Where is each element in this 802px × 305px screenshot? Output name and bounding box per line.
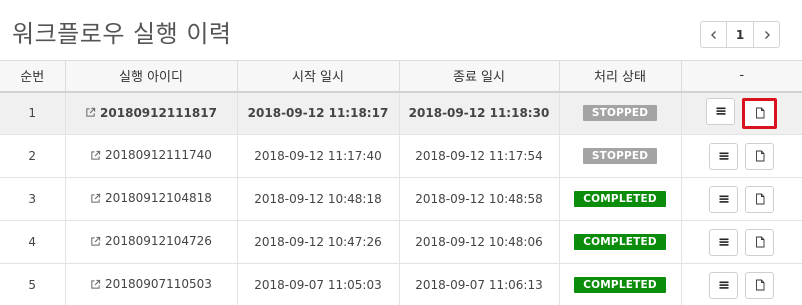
view-log-button[interactable] xyxy=(745,271,775,299)
row-start-time: 2018-09-12 11:17:40 xyxy=(236,134,400,178)
row-actions xyxy=(680,263,802,305)
row-seq: 5 xyxy=(0,263,66,305)
row-start-time: 2018-09-12 10:48:18 xyxy=(236,177,400,221)
chevron-left-icon xyxy=(710,30,716,39)
view-details-button[interactable] xyxy=(706,97,736,125)
row-start-time: 2018-09-07 11:05:03 xyxy=(236,263,400,305)
exec-id-link[interactable]: 20180912104818 xyxy=(105,191,212,205)
current-page-button[interactable]: 1 xyxy=(726,21,754,48)
row-exec-id[interactable]: 20180912104726 xyxy=(64,220,238,264)
list-icon xyxy=(719,195,729,203)
chevron-right-icon xyxy=(764,30,770,39)
view-log-button[interactable] xyxy=(742,97,778,129)
table-row[interactable]: 5 20180907110503 2018-09-07 11:05:03 2018-0… xyxy=(0,263,802,305)
row-seq: 1 xyxy=(0,91,66,135)
row-status: COMPLETED xyxy=(558,220,682,264)
external-link-icon xyxy=(91,236,101,246)
column-header-actions: - xyxy=(680,60,802,93)
external-link-icon xyxy=(91,193,101,203)
table-row[interactable]: 2 20180912111740 2018-09-12 11:17:40 2018-0… xyxy=(0,134,802,178)
view-log-button[interactable] xyxy=(745,228,775,256)
row-start-time: 2018-09-12 10:47:26 xyxy=(236,220,400,264)
external-link-icon xyxy=(86,107,96,117)
row-end-time: 2018-09-07 11:06:13 xyxy=(398,263,560,305)
exec-id-link[interactable]: 20180912111817 xyxy=(100,106,217,120)
document-icon xyxy=(755,150,765,162)
row-seq: 2 xyxy=(0,134,66,178)
list-icon xyxy=(719,281,729,289)
status-badge: COMPLETED xyxy=(574,191,666,207)
row-end-time: 2018-09-12 11:17:54 xyxy=(398,134,560,178)
row-end-time: 2018-09-12 10:48:58 xyxy=(398,177,560,221)
list-icon xyxy=(716,107,726,115)
external-link-icon xyxy=(91,150,101,160)
row-start-time: 2018-09-12 11:18:17 xyxy=(236,91,400,135)
execution-history-table: 순번 실행 아이디 시작 일시 종료 일시 처리 상태 - 1 201809121… xyxy=(0,60,802,305)
document-icon xyxy=(755,193,765,205)
view-details-button[interactable] xyxy=(709,271,739,299)
list-icon xyxy=(719,152,729,160)
table-row[interactable]: 3 20180912104818 2018-09-12 10:48:18 2018-0… xyxy=(0,177,802,221)
table-row[interactable]: 1 20180912111817 2018-09-12 11:18:17 2018-0… xyxy=(0,91,802,135)
row-status: STOPPED xyxy=(558,134,682,178)
status-badge: STOPPED xyxy=(582,148,658,164)
column-header-status: 처리 상태 xyxy=(558,60,682,93)
status-badge: COMPLETED xyxy=(574,277,666,293)
view-details-button[interactable] xyxy=(709,228,739,256)
row-actions xyxy=(680,220,802,264)
row-end-time: 2018-09-12 11:18:30 xyxy=(398,91,560,135)
view-details-button[interactable] xyxy=(709,185,739,213)
table-header-row: 순번 실행 아이디 시작 일시 종료 일시 처리 상태 - xyxy=(0,60,802,93)
row-end-time: 2018-09-12 10:48:06 xyxy=(398,220,560,264)
pagination: 1 xyxy=(700,21,780,48)
column-header-start: 시작 일시 xyxy=(236,60,400,93)
row-actions xyxy=(680,177,802,221)
view-log-button[interactable] xyxy=(745,142,775,170)
view-log-button[interactable] xyxy=(745,185,775,213)
row-status: COMPLETED xyxy=(558,263,682,305)
list-icon xyxy=(719,238,729,246)
row-exec-id[interactable]: 20180907110503 xyxy=(64,263,238,305)
view-details-button[interactable] xyxy=(709,142,739,170)
next-page-button[interactable] xyxy=(753,21,780,48)
row-status: STOPPED xyxy=(558,91,682,135)
table-row[interactable]: 4 20180912104726 2018-09-12 10:47:26 2018-0… xyxy=(0,220,802,264)
row-seq: 3 xyxy=(0,177,66,221)
row-actions xyxy=(680,134,802,178)
column-header-seq: 순번 xyxy=(0,60,66,93)
row-status: COMPLETED xyxy=(558,177,682,221)
document-icon xyxy=(755,236,765,248)
row-actions xyxy=(680,91,802,135)
document-icon xyxy=(755,107,765,119)
row-seq: 4 xyxy=(0,220,66,264)
document-icon xyxy=(755,279,765,291)
row-exec-id[interactable]: 20180912111740 xyxy=(64,134,238,178)
page-title: 워크플로우 실행 이력 xyxy=(12,20,232,48)
status-badge: STOPPED xyxy=(582,105,658,122)
prev-page-button[interactable] xyxy=(700,21,727,48)
row-exec-id[interactable]: 20180912104818 xyxy=(64,177,238,221)
exec-id-link[interactable]: 20180912111740 xyxy=(105,148,212,162)
column-header-end: 종료 일시 xyxy=(398,60,560,93)
status-badge: COMPLETED xyxy=(574,234,666,250)
row-exec-id[interactable]: 20180912111817 xyxy=(64,91,238,135)
column-header-exec-id: 실행 아이디 xyxy=(64,60,238,93)
exec-id-link[interactable]: 20180907110503 xyxy=(105,277,212,291)
exec-id-link[interactable]: 20180912104726 xyxy=(105,234,212,248)
external-link-icon xyxy=(91,279,101,289)
